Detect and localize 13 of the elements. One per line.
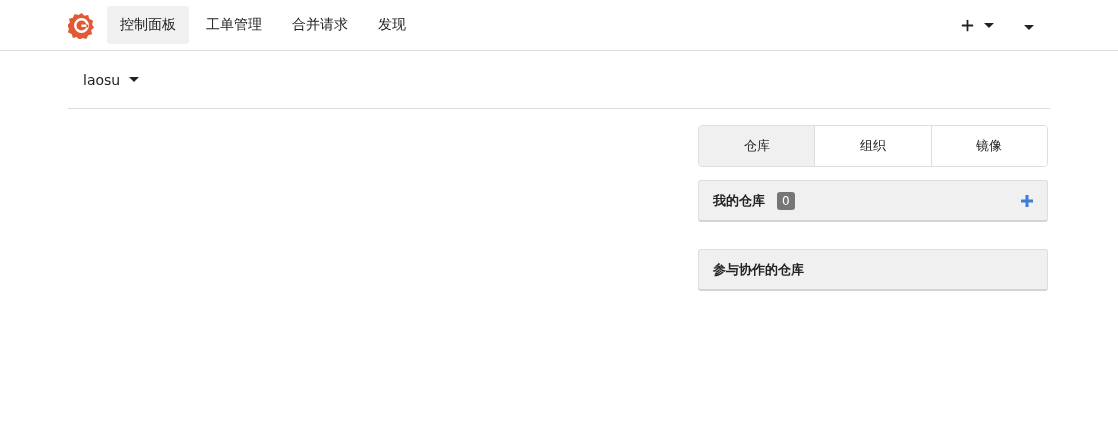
nav-link[interactable]: 工单管理: [193, 6, 275, 44]
nav-link[interactable]: 发现: [365, 6, 419, 44]
panel-title: 参与协作的仓库: [713, 260, 804, 279]
tab[interactable]: 镜像: [930, 126, 1047, 166]
user-menu-button[interactable]: [1024, 25, 1034, 30]
nav-link[interactable]: 合并请求: [279, 6, 361, 44]
add-icon[interactable]: [1021, 194, 1033, 207]
count-badge: 0: [777, 191, 795, 210]
user-switcher[interactable]: laosu: [83, 71, 140, 88]
panel-title: 我的仓库: [713, 191, 765, 210]
tab[interactable]: 仓库: [699, 126, 815, 166]
logo-icon[interactable]: [68, 11, 95, 39]
nav-link[interactable]: 控制面板: [107, 6, 189, 44]
